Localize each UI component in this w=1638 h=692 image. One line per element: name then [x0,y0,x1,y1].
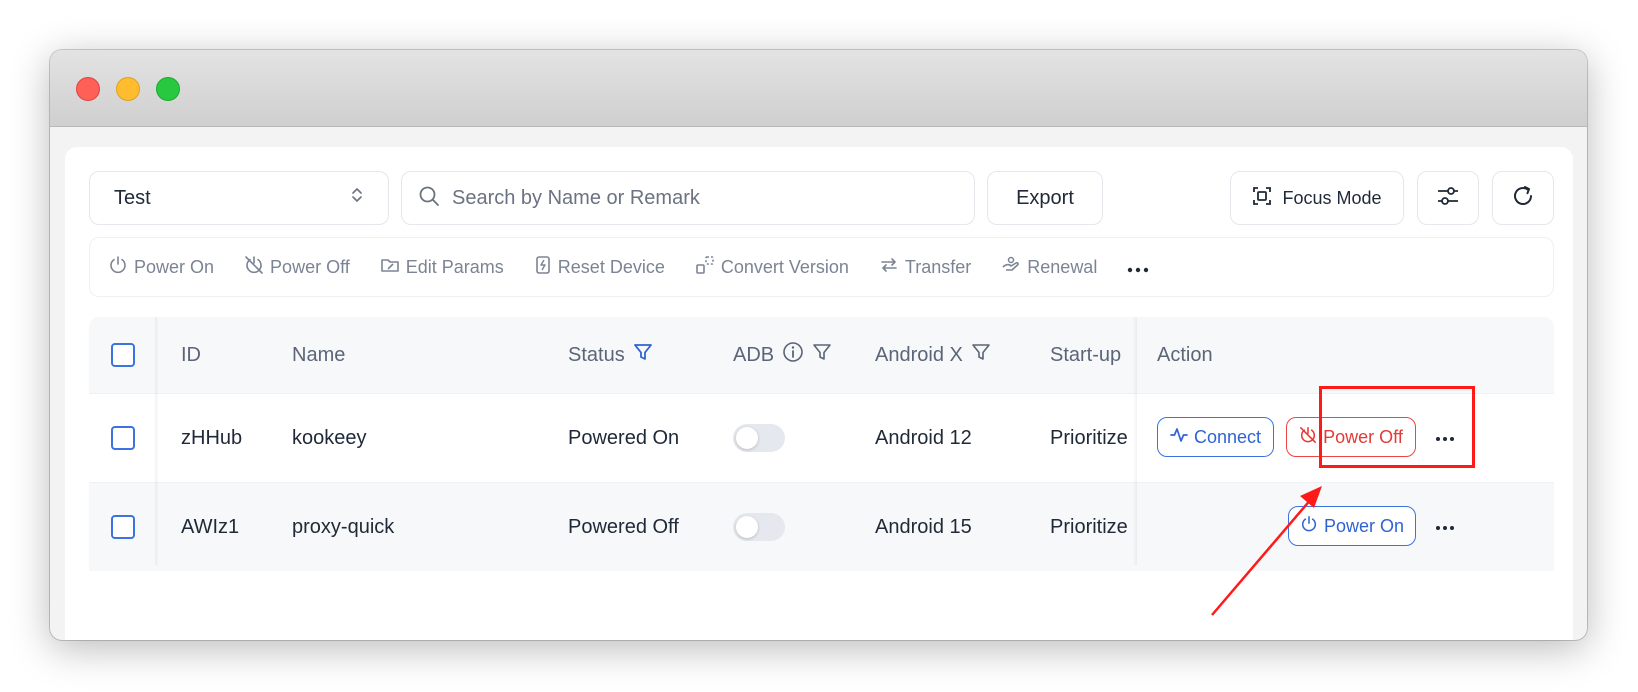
header-action: Action [1157,343,1213,366]
adb-filter-icon[interactable] [812,342,832,368]
power-off-icon [244,255,264,280]
row-id: zHHub [181,426,243,449]
more-dots-icon [1127,257,1149,278]
transfer-label: Transfer [904,256,972,277]
maximize-window-button[interactable] [156,77,180,101]
edit-params-label: Edit Params [405,256,504,277]
group-select[interactable]: Test [89,171,389,225]
android-filter-icon[interactable] [971,342,991,368]
close-window-button[interactable] [76,77,100,101]
fixed-column-shadow-right [1133,317,1137,565]
row-checkbox[interactable] [111,426,135,450]
app-window: Test Export Focus Mode [50,50,1587,640]
device-reset-icon [534,255,552,280]
table-header: ID Name Status ADB Android X Start-up Ac… [89,317,1554,393]
adb-toggle[interactable] [733,424,785,452]
adb-toggle[interactable] [733,513,785,541]
row-name: kookeey [292,426,367,449]
refresh-icon [1511,184,1535,213]
header-status-label: Status [568,343,625,366]
header-id: ID [181,343,201,366]
title-bar [50,50,1587,127]
search-box[interactable] [401,171,975,225]
power-icon [1300,515,1318,538]
convert-version-label: Convert Version [720,256,849,277]
row-select-cell [111,483,135,571]
row-startup: Prioritize [1050,426,1128,449]
export-label: Export [1016,186,1074,209]
renewal-button[interactable]: Renewal [1001,255,1097,280]
transfer-button[interactable]: Transfer [879,255,971,280]
row-startup: Prioritize [1050,515,1128,538]
header-android: Android X [875,317,991,393]
focus-mode-icon [1252,186,1272,211]
renewal-icon [1001,255,1021,280]
power-on-label: Power On [1323,515,1405,536]
folder-edit-icon [380,255,400,280]
power-icon [108,255,128,280]
header-name: Name [292,343,346,366]
minimize-window-button[interactable] [116,77,140,101]
row-android: Android 12 [875,426,972,449]
row-status: Powered On [568,426,680,449]
adb-info-icon[interactable] [782,341,804,369]
search-icon [418,185,440,212]
search-input[interactable] [452,186,958,210]
batch-power-on-button[interactable]: Power On [108,255,214,280]
header-adb-label: ADB [733,343,775,366]
select-all-cell [111,317,135,393]
convert-icon [695,255,715,280]
row-select-cell [111,394,135,482]
activity-icon [1170,426,1188,449]
select-all-checkbox[interactable] [111,343,135,367]
connect-label: Connect [1193,426,1262,447]
row-name: proxy-quick [292,515,395,538]
header-startup: Start-up [1050,343,1122,366]
batch-actions-toolbar: Power On Power Off Edit Params Reset Dev… [89,237,1554,297]
group-select-value: Test [114,186,151,209]
more-actions-button[interactable] [1127,257,1149,278]
transfer-arrows-icon [879,255,899,280]
focus-mode-label: Focus Mode [1282,187,1382,208]
header-status: Status [568,317,653,393]
column-settings-button[interactable] [1417,171,1479,225]
focus-mode-button[interactable]: Focus Mode [1230,171,1404,225]
batch-power-off-label: Power Off [270,256,350,277]
row-status: Powered Off [568,515,679,538]
header-adb: ADB [733,317,832,393]
batch-power-on-label: Power On [134,256,215,277]
edit-params-button[interactable]: Edit Params [380,255,504,280]
refresh-button[interactable] [1492,171,1554,225]
row-more-button[interactable] [1431,513,1459,541]
adb-toggle-cell [733,394,785,482]
table-row: AWIz1 proxy-quick Powered Off Android 15… [89,482,1554,571]
sliders-icon [1436,185,1460,212]
connect-button[interactable]: Connect [1157,417,1274,457]
power-off-icon [1299,426,1317,449]
convert-version-button[interactable]: Convert Version [695,255,849,280]
select-chevrons-icon [350,185,364,211]
power-on-button[interactable]: Power On [1288,506,1416,546]
export-button[interactable]: Export [987,171,1103,225]
row-android: Android 15 [875,515,972,538]
row-checkbox[interactable] [111,515,135,539]
reset-device-button[interactable]: Reset Device [534,255,665,280]
fixed-column-shadow-left [155,317,159,565]
header-android-label: Android X [875,343,963,366]
status-filter-icon[interactable] [633,342,653,368]
batch-power-off-button[interactable]: Power Off [244,255,350,280]
annotation-highlight-box [1319,386,1475,468]
row-id: AWIz1 [181,515,240,538]
renewal-label: Renewal [1027,256,1098,277]
adb-toggle-cell [733,483,785,571]
more-dots-icon [1435,518,1455,536]
reset-device-label: Reset Device [557,256,665,277]
